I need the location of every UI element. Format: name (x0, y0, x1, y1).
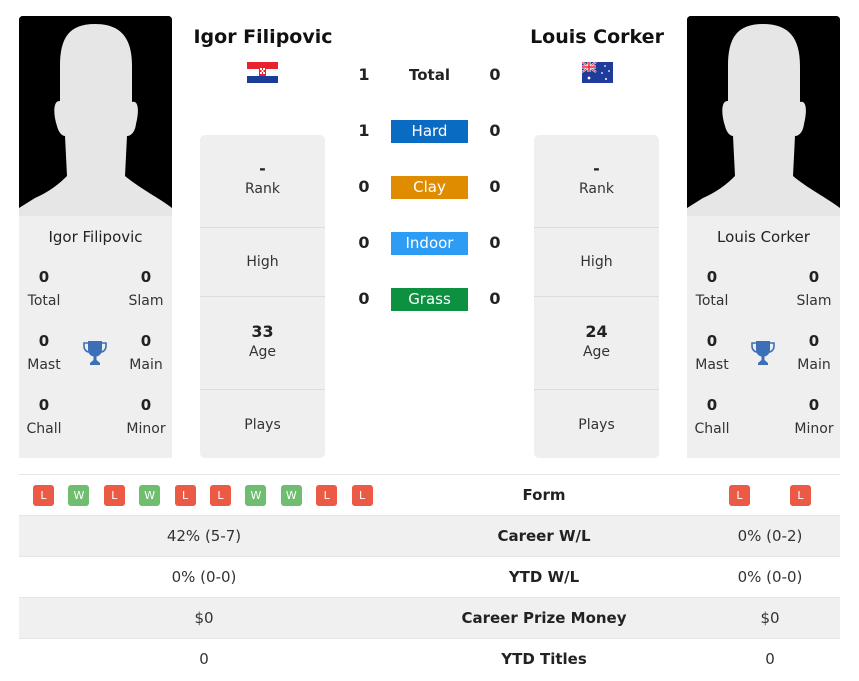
player2-value: 0% (0-2) (737, 527, 803, 545)
player2-photo (687, 16, 840, 216)
player1-titles-panel: Igor Filipovic 0 Total 0 Slam 0 Mast 0 M… (19, 216, 172, 458)
player1-mast-titles: 0 Mast (27, 332, 61, 373)
stats-row-form: LWLWLLWWLL Form LL (19, 474, 840, 515)
form-loss-badge[interactable]: L (174, 485, 196, 506)
form-loss-badge[interactable]: L (210, 485, 231, 506)
h2h-p2-count: 0 (489, 121, 501, 140)
h2h-p2-count: 0 (489, 233, 501, 252)
player1-total-titles: 0 Total (27, 268, 61, 309)
player2-value: 0 (765, 650, 775, 668)
form-win-badge[interactable]: W (139, 485, 161, 506)
player1-plays: Plays (244, 417, 281, 433)
h2h-row-grass: 0 Grass 0 (345, 288, 515, 311)
player2-value: $0 (760, 609, 780, 627)
player2-plays: Plays (578, 417, 615, 433)
trophy-icon (83, 341, 107, 365)
comparison-table: LWLWLLWWLL Form LL 42% (5-7) Career W/L … (19, 474, 840, 679)
form-win-badge[interactable]: W (245, 485, 267, 506)
player1-value: $0 (194, 609, 214, 627)
stats-label: Career W/L (497, 527, 591, 545)
player1-name[interactable]: Igor Filipovic (19, 228, 172, 246)
stats-row-career-wl: 42% (5-7) Career W/L 0% (0-2) (19, 515, 840, 556)
player2-total-titles: 0 Total (695, 268, 729, 309)
player1-value: 0 (199, 650, 209, 668)
croatia-flag-icon (247, 62, 278, 83)
stats-label: Form (522, 486, 566, 504)
surface-badge-grass[interactable]: Grass (391, 288, 468, 311)
player1-age: 33 Age (200, 297, 325, 390)
form-win-badge[interactable]: W (280, 485, 302, 506)
stats-row-career-prize-money: $0 Career Prize Money $0 (19, 597, 840, 638)
silhouette-icon (687, 16, 840, 216)
stats-label: YTD Titles (501, 650, 587, 668)
player2-mast-titles: 0 Mast (695, 332, 729, 373)
form-loss-badge[interactable]: L (351, 485, 373, 506)
player2-high: High (534, 228, 659, 297)
h2h-row-clay: 0 Clay 0 (345, 176, 515, 199)
stats-label: YTD W/L (508, 568, 580, 586)
player1-main-titles: 0 Main (129, 332, 163, 373)
surface-badge-hard[interactable]: Hard (391, 120, 468, 143)
player1-minor-titles: 0 Minor (126, 396, 166, 437)
h2h-p1-count: 0 (358, 289, 370, 308)
australia-flag-icon (582, 62, 613, 83)
silhouette-icon (19, 16, 172, 216)
h2h-row-hard: 1 Hard 0 (345, 120, 515, 143)
h2h-p1-count: 1 (358, 121, 370, 140)
player1-photo (19, 16, 172, 216)
surface-badge-clay[interactable]: Clay (391, 176, 468, 199)
h2h-p2-count: 0 (489, 177, 501, 196)
player1-value: 42% (5-7) (166, 527, 242, 545)
h2h-p1-count: 0 (358, 177, 370, 196)
player1-slam-titles: 0 Slam (128, 268, 164, 309)
form-loss-badge[interactable]: L (790, 485, 811, 506)
h2h-label-total: Total (409, 66, 450, 84)
player2-chall-titles: 0 Chall (694, 396, 730, 437)
player2-heading[interactable]: Louis Corker (512, 26, 682, 48)
player2-name[interactable]: Louis Corker (687, 228, 840, 246)
trophy-icon (751, 341, 775, 365)
h2h-p2-count: 0 (489, 65, 501, 84)
form-loss-badge[interactable]: L (729, 485, 750, 506)
stats-row-ytd-titles: 0 YTD Titles 0 (19, 638, 840, 679)
h2h-row-indoor: 0 Indoor 0 (345, 232, 515, 255)
player1-rank-panel: - Rank High 33 Age Plays (200, 135, 325, 458)
player1-rank: - Rank (200, 135, 325, 228)
player1-chall-titles: 0 Chall (26, 396, 62, 437)
form-loss-badge[interactable]: L (33, 485, 54, 506)
player1-high: High (200, 228, 325, 297)
player2-main-titles: 0 Main (797, 332, 831, 373)
h2h-p1-count: 1 (358, 65, 370, 84)
player2-titles-panel: Louis Corker 0 Total 0 Slam 0 Mast 0 Mai… (687, 216, 840, 458)
player2-rank-panel: - Rank High 24 Age Plays (534, 135, 659, 458)
player2-slam-titles: 0 Slam (796, 268, 832, 309)
stats-row-ytd-wl: 0% (0-0) YTD W/L 0% (0-0) (19, 556, 840, 597)
player2-age: 24 Age (534, 297, 659, 390)
player2-minor-titles: 0 Minor (794, 396, 834, 437)
form-loss-badge[interactable]: L (103, 485, 125, 506)
h2h-p1-count: 0 (358, 233, 370, 252)
form-win-badge[interactable]: W (68, 485, 90, 506)
h2h-row-total: 1 Total 0 (345, 64, 515, 86)
stats-label: Career Prize Money (461, 609, 627, 627)
player2-rank: - Rank (534, 135, 659, 228)
h2h-p2-count: 0 (489, 289, 501, 308)
player2-value: 0% (0-0) (737, 568, 803, 586)
player1-heading[interactable]: Igor Filipovic (178, 26, 348, 48)
surface-badge-indoor[interactable]: Indoor (391, 232, 468, 255)
form-loss-badge[interactable]: L (316, 485, 338, 506)
player1-value: 0% (0-0) (171, 568, 237, 586)
